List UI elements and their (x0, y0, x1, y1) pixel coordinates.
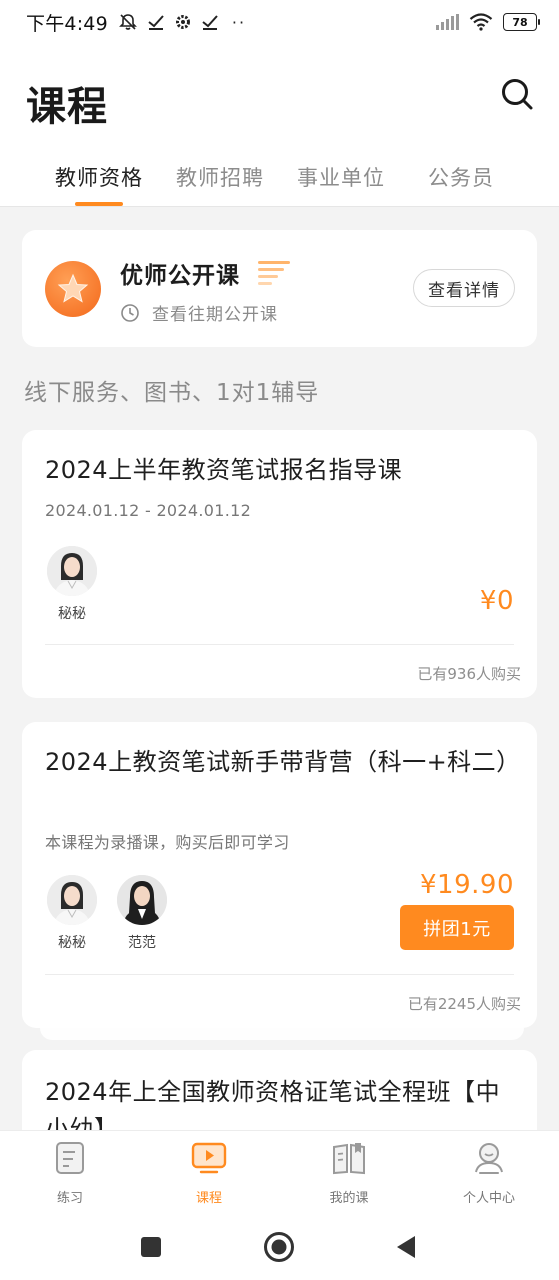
teacher-avatar (117, 875, 167, 925)
course-title: 2024上半年教资笔试报名指导课 (45, 456, 403, 484)
more-icon: ·· (231, 12, 247, 32)
teacher: 范范 (116, 875, 168, 952)
course-date: 2024.01.12 - 2024.01.12 (45, 501, 252, 520)
nav-item-practice[interactable]: 练习 (20, 1139, 120, 1206)
teacher-name: 秘秘 (58, 606, 86, 622)
tab-civil-servant[interactable]: 公务员 (428, 162, 494, 192)
past-classes-label: 查看往期公开课 (152, 305, 278, 325)
search-button[interactable] (497, 74, 537, 114)
profile-icon (475, 1143, 503, 1174)
settings-icon (175, 15, 190, 29)
wifi-icon (469, 13, 493, 31)
teacher-avatar (47, 546, 97, 596)
search-icon (502, 79, 533, 110)
buyer-count: 已有936人购买 (417, 665, 521, 683)
teacher: 秘秘 (46, 875, 98, 952)
past-classes-link[interactable]: 查看往期公开课 (120, 300, 278, 325)
view-details-button[interactable]: 查看详情 (413, 269, 515, 307)
signal-icon (436, 14, 459, 30)
course-description: 本课程为录播课，购买后即可学习 (45, 833, 290, 852)
tab-public-institution[interactable]: 事业单位 (297, 162, 385, 192)
square-icon (141, 1237, 161, 1257)
my-course-icon (333, 1143, 365, 1175)
check-icon (148, 15, 164, 30)
nav-label: 课程 (195, 1191, 222, 1206)
group-buy-button[interactable]: 拼团1元 (400, 905, 514, 950)
card-stack-edge (40, 1028, 524, 1040)
back-button[interactable] (390, 1231, 422, 1263)
course-icon (191, 1142, 227, 1174)
course-price: ¥19.90 (420, 870, 514, 900)
status-bar: 下午4:49 ·· 78 (0, 0, 559, 44)
bottom-navigation: 练习 课程 我的课 个人中心 (0, 1130, 559, 1214)
clock-icon (121, 303, 139, 322)
star-badge-icon (45, 261, 101, 317)
status-notification-icons: ·· (118, 12, 246, 32)
status-time: 下午4:49 (26, 12, 108, 35)
teacher-name: 秘秘 (58, 935, 86, 951)
nav-item-profile[interactable]: 个人中心 (439, 1139, 539, 1206)
nav-item-course[interactable]: 课程 (159, 1139, 259, 1206)
buyer-count: 已有2245人购买 (407, 995, 521, 1013)
open-class-card[interactable]: 优师公开课 查看往期公开课 查看详情 (22, 230, 537, 347)
home-button[interactable] (263, 1231, 295, 1263)
page-title: 课程 (26, 84, 108, 130)
home-circle-icon (264, 1232, 294, 1262)
mute-icon (118, 14, 137, 30)
header-divider (0, 206, 559, 207)
card-divider (45, 644, 514, 645)
system-navigation-bar (0, 1214, 559, 1280)
header: 课程 教师资格 教师招聘 事业单位 公务员 (0, 44, 559, 206)
recent-apps-button[interactable] (135, 1231, 167, 1263)
course-title: 2024上教资笔试新手带背营（科一+科二） (45, 748, 521, 776)
decorative-lines-icon (258, 261, 290, 285)
section-title: 线下服务、图书、1对1辅导 (24, 380, 320, 406)
teacher: 秘秘 (46, 546, 98, 623)
teacher-avatar (47, 875, 97, 925)
nav-label: 个人中心 (462, 1191, 515, 1206)
teacher-name: 范范 (128, 935, 156, 951)
nav-label: 我的课 (329, 1191, 369, 1206)
course-card[interactable]: 2024上教资笔试新手带背营（科一+科二） 本课程为录播课，购买后即可学习 秘秘… (22, 722, 537, 1028)
nav-item-my-course[interactable]: 我的课 (299, 1139, 399, 1206)
tab-teacher-recruitment[interactable]: 教师招聘 (176, 162, 264, 192)
category-tabs: 教师资格 教师招聘 事业单位 公务员 (0, 162, 559, 206)
open-class-title: 优师公开课 (120, 263, 240, 289)
back-triangle-icon (397, 1236, 415, 1258)
battery-icon: 78 (503, 13, 540, 31)
nav-label: 练习 (56, 1191, 83, 1206)
check-icon (202, 15, 218, 30)
practice-icon (56, 1142, 84, 1174)
card-divider (45, 974, 514, 975)
course-price: ¥0 (479, 586, 514, 616)
tab-teacher-qualification[interactable]: 教师资格 (55, 162, 143, 192)
course-card[interactable]: 2024上半年教资笔试报名指导课 2024.01.12 - 2024.01.12… (22, 430, 537, 698)
